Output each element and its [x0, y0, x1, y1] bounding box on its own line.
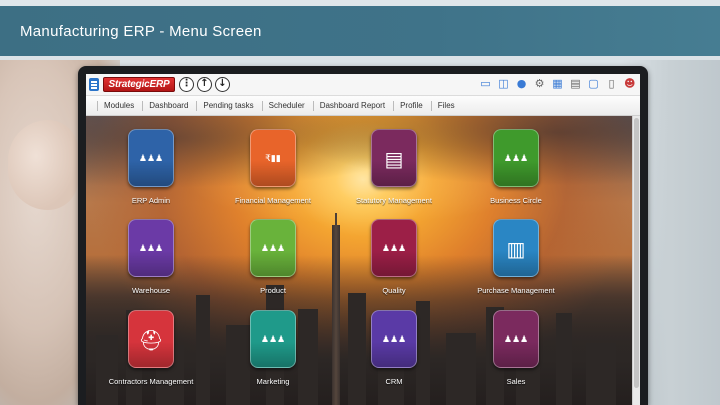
finance-chart-icon: ₹▮▮: [265, 154, 281, 164]
module-tile-label[interactable]: ERP Admin: [96, 196, 206, 205]
card-icon[interactable]: ▭: [480, 77, 491, 91]
users-icon: ♟♟♟: [503, 335, 529, 345]
module-tile-label[interactable]: Financial Management: [218, 196, 328, 205]
module-tile-product[interactable]: ♟♟♟: [250, 219, 296, 277]
users-icon: ♟♟♟: [381, 244, 407, 254]
slide-title: Manufacturing ERP - Menu Screen: [20, 23, 262, 40]
module-tile-marketing[interactable]: ♟♟♟: [250, 310, 296, 368]
module-tile-label[interactable]: Product: [218, 286, 328, 295]
module-nav: Modules Dashboard Pending tasks Schedule…: [86, 96, 640, 116]
hard-hat-icon: ⛑: [138, 328, 164, 352]
module-tile-crm[interactable]: ♟♟♟: [371, 310, 417, 368]
module-tile-erp-admin[interactable]: ♟♟♟: [128, 129, 174, 187]
nav-profile[interactable]: Profile: [393, 96, 432, 116]
scrollbar-thumb[interactable]: [634, 118, 639, 388]
module-tile-contractors-management[interactable]: ⛑: [128, 310, 174, 368]
app-logo[interactable]: StrategicERP: [103, 77, 175, 92]
module-tile-label[interactable]: Contractors Management: [96, 377, 206, 386]
download-icon[interactable]: ↓: [215, 77, 230, 92]
gear-icon[interactable]: ⚙: [534, 77, 545, 91]
nav-modules[interactable]: Modules: [96, 96, 143, 116]
users-icon: ♟♟♟: [503, 154, 529, 164]
module-tile-warehouse[interactable]: ♟♟♟: [128, 219, 174, 277]
users-icon: ♟♟♟: [260, 335, 286, 345]
scrollbar[interactable]: [632, 116, 640, 405]
nav-pending-tasks[interactable]: Pending tasks: [196, 96, 262, 116]
monitor-icon[interactable]: ▢: [588, 77, 599, 91]
module-tile-label[interactable]: Warehouse: [96, 286, 206, 295]
module-tile-label[interactable]: Quality: [339, 286, 449, 295]
module-tile-label[interactable]: CRM: [339, 377, 449, 386]
mobile-icon[interactable]: ▯: [606, 77, 617, 91]
slide-title-bar: Manufacturing ERP - Menu Screen: [0, 6, 720, 56]
users-icon: ♟♟♟: [138, 244, 164, 254]
module-tile-label[interactable]: Sales: [461, 377, 571, 386]
thumb-background: [8, 120, 78, 210]
app-topbar: StrategicERP ⋮ ↑ ↓ ▭ ◫ ● ⚙ ▦ ▤ ▢ ▯ ☻: [86, 74, 640, 96]
nav-files[interactable]: Files: [430, 96, 464, 116]
module-tile-statutory-management[interactable]: ▤: [371, 129, 417, 187]
nav-dashboard-report[interactable]: Dashboard Report: [312, 96, 394, 116]
topbar-icons: ▭ ◫ ● ⚙ ▦ ▤ ▢ ▯ ☻: [480, 77, 635, 93]
module-tile-business-circle[interactable]: ♟♟♟: [493, 129, 539, 187]
module-tile-label[interactable]: Marketing: [218, 377, 328, 386]
menu-icon[interactable]: [89, 78, 99, 91]
module-tile-purchase-management[interactable]: ▥: [493, 219, 539, 277]
tower-spire: [335, 213, 337, 225]
microphone-icon[interactable]: ●: [516, 77, 527, 91]
module-tile-financial-management[interactable]: ₹▮▮: [250, 129, 296, 187]
more-options-icon[interactable]: ⋮: [179, 77, 194, 92]
upload-icon[interactable]: ↑: [197, 77, 212, 92]
invoice-icon: ▥: [506, 237, 526, 261]
module-tile-label[interactable]: Statutory Management: [339, 196, 449, 205]
nav-scheduler[interactable]: Scheduler: [261, 96, 314, 116]
users-icon: ♟♟♟: [260, 244, 286, 254]
calendar-icon[interactable]: ▤: [570, 77, 581, 91]
cart-icon[interactable]: ◫: [498, 77, 509, 91]
module-tile-sales[interactable]: ♟♟♟: [493, 310, 539, 368]
module-tile-label[interactable]: Purchase Management: [461, 286, 571, 295]
user-icon[interactable]: ☻: [624, 77, 635, 91]
module-tile-quality[interactable]: ♟♟♟: [371, 219, 417, 277]
module-tile-label[interactable]: Business Circle: [461, 196, 571, 205]
calculator-icon[interactable]: ▦: [552, 77, 563, 91]
users-icon: ♟♟♟: [381, 335, 407, 345]
document-icon: ▤: [384, 147, 404, 171]
users-icon: ♟♟♟: [138, 154, 164, 164]
nav-dashboard[interactable]: Dashboard: [142, 96, 197, 116]
